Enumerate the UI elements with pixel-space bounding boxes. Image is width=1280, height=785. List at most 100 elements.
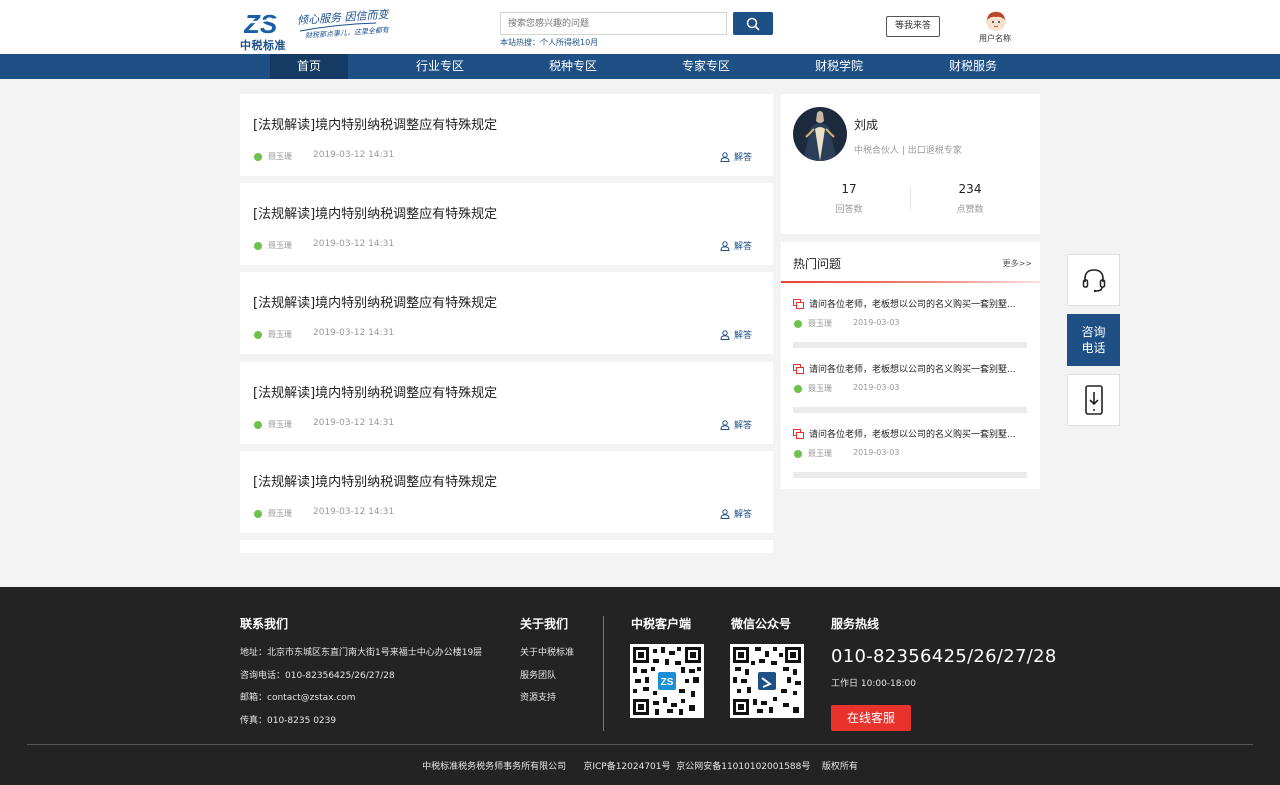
question-card[interactable]: [法规解读]境内特别纳税调整应有特殊规定 聂玉珊 2019-03-12 14:3… — [240, 272, 773, 354]
online-service-button[interactable]: 在线客服 — [831, 705, 911, 731]
hot-underline — [781, 281, 1040, 283]
expert-card[interactable]: 刘成 中税合伙人 | 出口退税专家 17 回答数 234 点赞数 — [781, 94, 1040, 234]
expert-title: 中税合伙人 | 出口退税专家 — [854, 146, 962, 156]
question-card[interactable]: [法规解读]境内特别纳税调整应有特殊规定 聂玉珊 2019-03-12 14:3… — [240, 362, 773, 444]
search-button[interactable] — [733, 12, 773, 35]
answer-label: 解答 — [734, 510, 753, 520]
about-link-resources[interactable]: 资源支持 — [520, 690, 556, 703]
author-icon — [254, 421, 262, 429]
logo-name: 中税标准 — [240, 39, 286, 52]
question-date: 2019-03-12 14:31 — [313, 328, 395, 338]
footer-divider — [603, 616, 604, 731]
site-footer: 联系我们 地址：北京市东城区东直门南大街1号来福士中心办公楼19层 咨询电话：0… — [0, 587, 1280, 785]
question-title[interactable]: [法规解读]境内特别纳税调整应有特殊规定 — [253, 382, 497, 401]
stat-divider — [910, 187, 911, 209]
answer-label: 解答 — [734, 242, 753, 252]
likes-label: 点赞数 — [956, 205, 984, 215]
question-author: 聂玉珊 — [268, 509, 292, 518]
item-divider — [793, 472, 1027, 478]
svg-text:ZS: ZS — [661, 677, 674, 688]
question-icon — [793, 429, 804, 439]
question-author: 聂玉珊 — [268, 420, 292, 429]
avatar[interactable] — [986, 11, 1006, 31]
about-link-company[interactable]: 关于中税标准 — [520, 645, 574, 658]
consult-label-line2: 电话 — [1081, 341, 1106, 355]
question-card[interactable]: [法规解读]境内特别纳税调整应有特殊规定 聂玉珊 2019-03-12 14:3… — [240, 451, 773, 533]
hot-question-text[interactable]: 请问各位老师，老板想以公司的名义购买一套别墅... — [809, 297, 1031, 310]
hot-question-text[interactable]: 请问各位老师，老板想以公司的名义购买一套别墅... — [809, 362, 1031, 375]
nav-item-tax-type[interactable]: 税种专区 — [533, 54, 613, 79]
expert-name[interactable]: 刘成 — [854, 116, 878, 133]
hotline-number: 010-82356425/26/27/28 — [831, 646, 1057, 667]
author-icon — [254, 331, 262, 339]
item-divider — [793, 342, 1027, 348]
about-link-team[interactable]: 服务团队 — [520, 668, 556, 681]
client-app-qr-code: ZS — [630, 644, 704, 718]
nav-item-home[interactable]: 首页 — [270, 54, 348, 79]
hot-questions-panel: 热门问题 更多>> 请问各位老师，老板想以公司的名义购买一套别墅... 聂玉珊 … — [781, 242, 1040, 489]
customer-service-button[interactable] — [1067, 254, 1120, 306]
hot-question-text[interactable]: 请问各位老师，老板想以公司的名义购买一套别墅... — [809, 427, 1031, 440]
user-icon — [720, 329, 730, 340]
copyright: 中税标准税务税务师事务所有限公司 京ICP备12024701号 京公网安备110… — [422, 762, 858, 772]
user-icon — [720, 508, 730, 519]
expert-photo[interactable] — [793, 107, 847, 161]
user-name[interactable]: 用户名称 — [979, 33, 1011, 44]
question-icon — [793, 299, 804, 309]
hot-question-date: 2019-03-03 — [853, 318, 900, 327]
headset-icon — [1082, 269, 1105, 293]
question-card[interactable]: [法规解读]境内特别纳税调整应有特殊规定 聂玉珊 2019-03-12 14:3… — [240, 183, 773, 265]
contact-address: 地址：北京市东城区东直门南大街1号来福士中心办公楼19层 — [240, 648, 483, 658]
answer-button[interactable]: 解答 — [720, 418, 752, 431]
answer-button[interactable]: 解答 — [720, 507, 752, 520]
about-title: 关于我们 — [520, 617, 569, 631]
question-author: 聂玉珊 — [268, 241, 292, 250]
question-date: 2019-03-12 14:31 — [313, 150, 395, 160]
wechat-title: 微信公众号 — [731, 617, 792, 631]
item-divider — [793, 407, 1027, 413]
logo-icon[interactable]: ZS — [243, 9, 280, 39]
main-nav: 首页 行业专区 税种专区 专家专区 财税学院 财税服务 — [0, 54, 1280, 79]
question-icon — [793, 364, 804, 374]
search-input[interactable] — [500, 12, 727, 35]
wait-answer-button[interactable]: 等我来答 — [886, 16, 940, 37]
consult-phone-button[interactable]: 咨询 电话 — [1067, 314, 1120, 366]
question-card-partial — [240, 540, 773, 553]
user-icon — [720, 240, 730, 251]
author-icon — [254, 510, 262, 518]
nav-item-academy[interactable]: 财税学院 — [799, 54, 879, 79]
contact-phone: 咨询电话：010-82356425/26/27/28 — [240, 671, 395, 681]
question-card[interactable]: [法规解读]境内特别纳税调整应有特殊规定 聂玉珊 2019-03-12 14:3… — [240, 94, 773, 176]
search-icon — [746, 17, 760, 31]
answer-button[interactable]: 解答 — [720, 239, 752, 252]
question-date: 2019-03-12 14:31 — [313, 418, 395, 428]
answer-button[interactable]: 解答 — [720, 328, 752, 341]
answer-label: 解答 — [734, 421, 753, 431]
answers-count: 17 — [841, 182, 857, 196]
hot-search: 本站热搜：个人所得税10月 — [500, 37, 598, 48]
hot-search-label: 本站热搜： — [500, 38, 540, 47]
question-title[interactable]: [法规解读]境内特别纳税调整应有特殊规定 — [253, 114, 497, 133]
question-title[interactable]: [法规解读]境内特别纳税调整应有特殊规定 — [253, 203, 497, 222]
more-link[interactable]: 更多>> — [1003, 258, 1032, 269]
user-icon — [720, 151, 730, 162]
question-date: 2019-03-12 14:31 — [313, 239, 395, 249]
nav-item-services[interactable]: 财税服务 — [933, 54, 1013, 79]
author-icon — [794, 385, 802, 393]
download-phone-icon — [1084, 385, 1103, 415]
contact-title: 联系我们 — [240, 617, 289, 631]
user-icon — [720, 419, 730, 430]
app-download-button[interactable] — [1067, 374, 1120, 426]
contact-email[interactable]: 邮箱：contact@zstax.com — [240, 690, 356, 703]
question-title[interactable]: [法规解读]境内特别纳税调整应有特殊规定 — [253, 292, 497, 311]
nav-item-experts[interactable]: 专家专区 — [666, 54, 746, 79]
contact-fax: 传真：010-8235 0239 — [240, 716, 337, 726]
answer-button[interactable]: 解答 — [720, 150, 752, 163]
hot-questions-title: 热门问题 — [793, 257, 842, 271]
answers-label: 回答数 — [835, 205, 863, 215]
client-app-title: 中税客户端 — [631, 617, 692, 631]
hot-search-term[interactable]: 个人所得税10月 — [540, 38, 598, 47]
nav-item-industry[interactable]: 行业专区 — [400, 54, 480, 79]
question-date: 2019-03-12 14:31 — [313, 507, 395, 517]
question-title[interactable]: [法规解读]境内特别纳税调整应有特殊规定 — [253, 471, 497, 490]
